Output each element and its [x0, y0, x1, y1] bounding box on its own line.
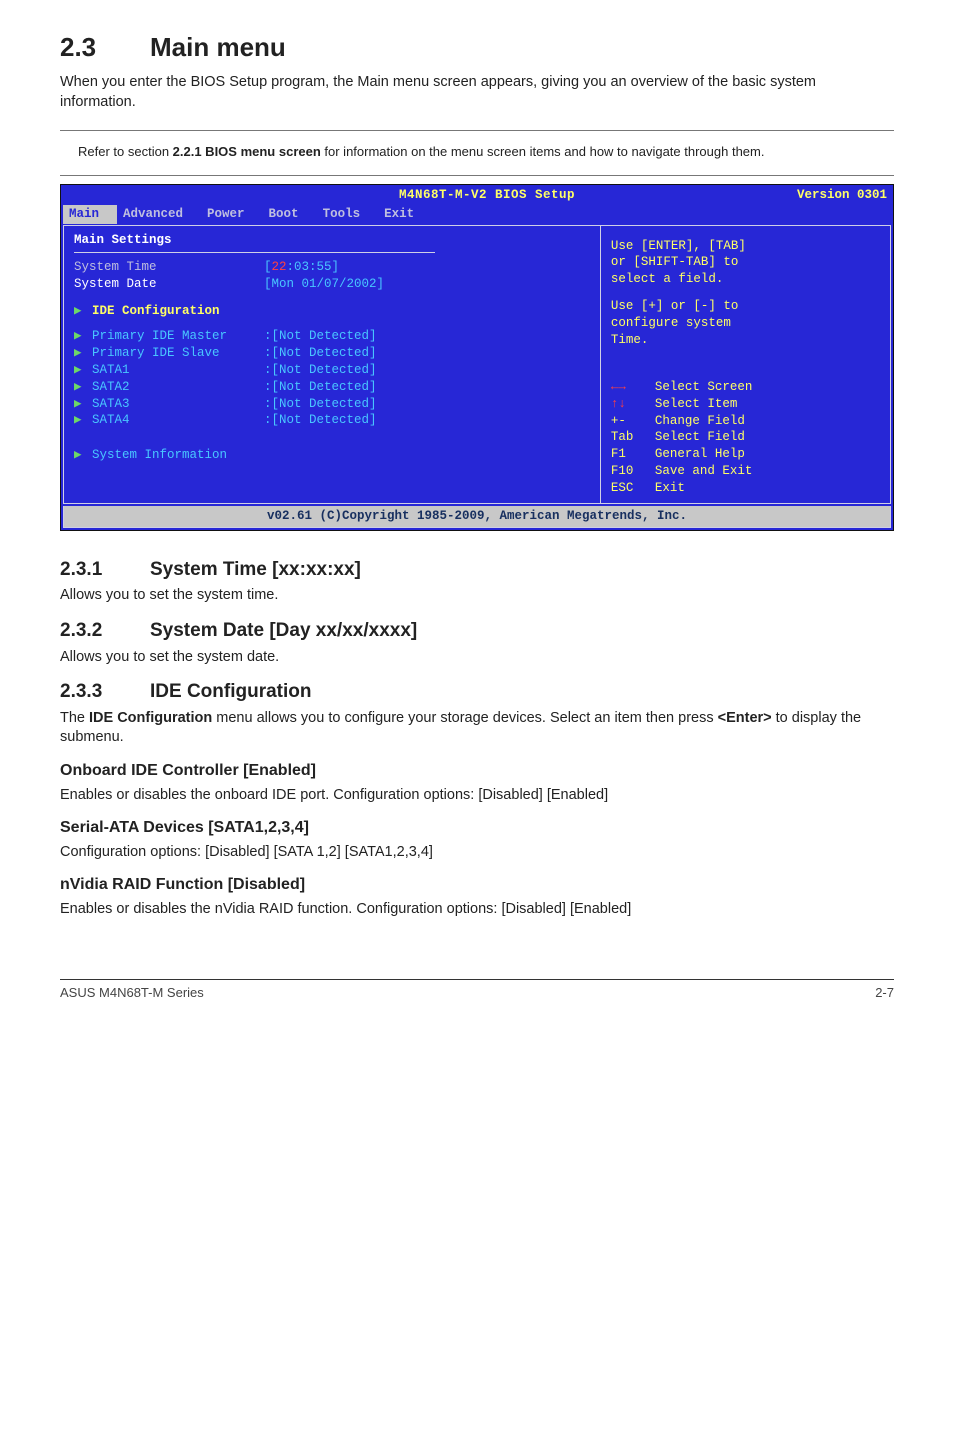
tab-boot[interactable]: Boot — [263, 205, 317, 224]
body-text: Allows you to set the system date. — [60, 648, 894, 668]
triangle-icon: ▶ — [74, 396, 92, 413]
note-block: Refer to section 2.2.1 BIOS menu screen … — [60, 139, 894, 161]
primary-ide-master-val: :[Not Detected] — [264, 328, 377, 345]
page-title: 2.3Main menu — [60, 30, 894, 65]
subsection-title: 2.3.2System Date [Day xx/xx/xxxx] — [60, 618, 894, 644]
legend-text: Select Screen — [655, 379, 753, 396]
legend-text: Exit — [655, 480, 685, 497]
sata3[interactable]: SATA3 — [92, 396, 264, 413]
system-date-label[interactable]: System Date — [74, 276, 264, 293]
divider — [60, 175, 894, 176]
body-text: Enables or disables the nVidia RAID func… — [60, 900, 894, 920]
bios-body: Main Settings System Time [22:03:55] Sys… — [63, 225, 891, 504]
tab-tools[interactable]: Tools — [317, 205, 379, 224]
body-text: Enables or disables the onboard IDE port… — [60, 786, 894, 806]
legend-text: Save and Exit — [655, 463, 753, 480]
triangle-icon: ▶ — [74, 345, 92, 362]
primary-ide-slave-val: :[Not Detected] — [264, 345, 377, 362]
help-line: configure system — [611, 315, 880, 332]
note-text: Refer to section 2.2.1 BIOS menu screen … — [78, 139, 764, 161]
system-time-label[interactable]: System Time — [74, 259, 264, 276]
body-text: The IDE Configuration menu allows you to… — [60, 709, 894, 748]
tab-exit[interactable]: Exit — [378, 205, 432, 224]
legend-text: Change Field — [655, 413, 745, 430]
bios-version: Version 0301 — [797, 187, 887, 204]
help-line: Use [+] or [-] to — [611, 298, 880, 315]
sata3-val: :[Not Detected] — [264, 396, 377, 413]
triangle-icon: ▶ — [74, 379, 92, 396]
triangle-icon: ▶ — [74, 328, 92, 345]
bios-left-pane: Main Settings System Time [22:03:55] Sys… — [64, 226, 601, 503]
legend-text: Select Item — [655, 396, 738, 413]
primary-ide-slave[interactable]: Primary IDE Slave — [92, 345, 264, 362]
help-line: Time. — [611, 332, 880, 349]
tab-main[interactable]: Main — [63, 205, 117, 224]
divider — [60, 130, 894, 131]
tab-advanced[interactable]: Advanced — [117, 205, 201, 224]
bios-divider — [74, 252, 435, 253]
sata4-val: :[Not Detected] — [264, 412, 377, 429]
system-date-value[interactable]: [Mon 01/07/2002] — [264, 276, 384, 293]
legend-key: ↑↓ — [611, 396, 649, 413]
sata1[interactable]: SATA1 — [92, 362, 264, 379]
help-line: or [SHIFT-TAB] to — [611, 254, 880, 271]
help-line: select a field. — [611, 271, 880, 288]
primary-ide-master[interactable]: Primary IDE Master — [92, 328, 264, 345]
subsection-title: 2.3.3IDE Configuration — [60, 679, 894, 705]
sata4[interactable]: SATA4 — [92, 412, 264, 429]
bios-topbar: M4N68T-M-V2 BIOS Setup Version 0301 — [61, 185, 893, 204]
legend-text: General Help — [655, 446, 745, 463]
legend-key: F1 — [611, 446, 649, 463]
legend: ←→ Select Screen ↑↓ Select Item +- Change F… — [611, 379, 880, 497]
sata2-val: :[Not Detected] — [264, 379, 377, 396]
legend-text: Select Field — [655, 429, 745, 446]
triangle-icon: ▶ — [74, 412, 92, 429]
bios-title: M4N68T-M-V2 BIOS Setup — [177, 187, 797, 204]
legend-key: F10 — [611, 463, 649, 480]
inner-heading: nVidia RAID Function [Disabled] — [60, 874, 894, 896]
triangle-icon: ▶ — [74, 447, 92, 464]
triangle-icon: ▶ — [74, 303, 92, 320]
bios-footer: v02.61 (C)Copyright 1985-2009, American … — [63, 506, 891, 528]
legend-key: +- — [611, 413, 649, 430]
legend-key: Tab — [611, 429, 649, 446]
body-text: Configuration options: [Disabled] [SATA … — [60, 843, 894, 863]
body-text: Allows you to set the system time. — [60, 586, 894, 606]
inner-heading: Onboard IDE Controller [Enabled] — [60, 760, 894, 782]
inner-heading: Serial-ATA Devices [SATA1,2,3,4] — [60, 817, 894, 839]
ide-configuration-link[interactable]: IDE Configuration — [92, 303, 220, 320]
subsection-title: 2.3.1System Time [xx:xx:xx] — [60, 557, 894, 583]
legend-key: ESC — [611, 480, 649, 497]
system-information-link[interactable]: System Information — [92, 447, 227, 464]
footer-page-number: 2-7 — [875, 984, 894, 1002]
bios-help-pane: Use [ENTER], [TAB] or [SHIFT-TAB] to sel… — [601, 226, 890, 503]
bios-screen: M4N68T-M-V2 BIOS Setup Version 0301 Main… — [60, 184, 894, 531]
footer-left: ASUS M4N68T-M Series — [60, 984, 204, 1002]
bios-heading: Main Settings — [74, 232, 590, 249]
legend-key: ←→ — [611, 379, 649, 396]
section-number: 2.3 — [60, 30, 150, 65]
intro-paragraph: When you enter the BIOS Setup program, t… — [60, 73, 894, 112]
sata1-val: :[Not Detected] — [264, 362, 377, 379]
help-line: Use [ENTER], [TAB] — [611, 238, 880, 255]
tab-power[interactable]: Power — [201, 205, 263, 224]
section-name: Main menu — [150, 32, 286, 62]
page-footer: ASUS M4N68T-M Series 2-7 — [60, 980, 894, 1002]
bios-menubar: Main Advanced Power Boot Tools Exit — [61, 204, 893, 225]
triangle-icon: ▶ — [74, 362, 92, 379]
sata2[interactable]: SATA2 — [92, 379, 264, 396]
system-time-value[interactable]: [22:03:55] — [264, 259, 339, 276]
